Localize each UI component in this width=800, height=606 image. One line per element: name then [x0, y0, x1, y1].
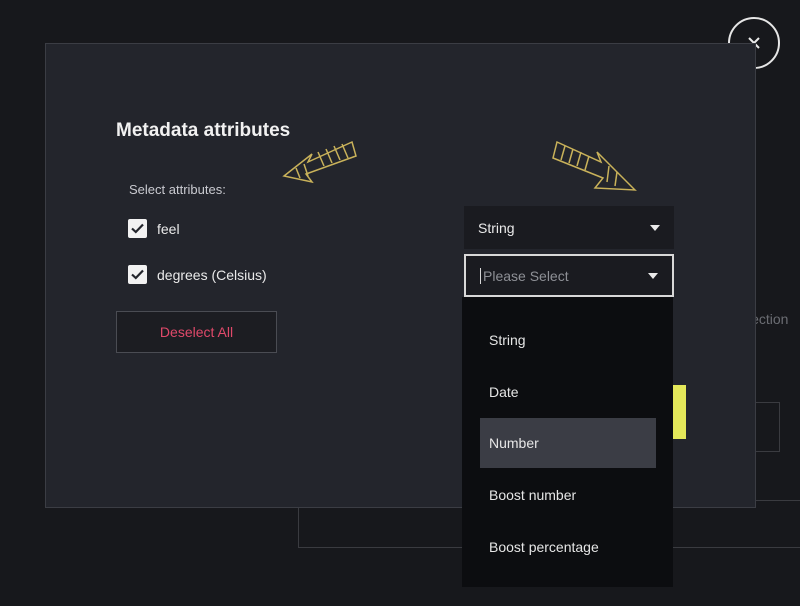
dropdown-option-boost-number[interactable]: Boost number	[480, 470, 656, 520]
type-select-placeholder: Please Select	[480, 267, 648, 284]
type-select-degrees[interactable]: Please Select	[464, 254, 674, 297]
dropdown-scrollbar[interactable]	[673, 385, 686, 439]
attribute-row-feel: feel	[128, 219, 180, 238]
dropdown-option-number[interactable]: Number	[480, 418, 656, 468]
screen: lection Metadata attributes Select attri…	[0, 0, 800, 606]
type-select-value: String	[478, 219, 515, 236]
type-select-feel[interactable]: String	[464, 206, 674, 249]
deselect-all-button[interactable]: Deselect All	[116, 311, 277, 353]
annotation-arrow-icon	[552, 140, 637, 191]
caret-down-icon	[650, 224, 660, 231]
type-dropdown-menu: String Date Number Boost number Boost pe…	[462, 297, 686, 587]
dialog-title: Metadata attributes	[116, 120, 291, 141]
attribute-checkbox-degrees[interactable]	[128, 265, 147, 284]
dropdown-option-string[interactable]: String	[480, 315, 656, 365]
caret-down-icon	[648, 272, 658, 279]
attribute-label: degrees (Celsius)	[157, 266, 267, 283]
dropdown-option-boost-percentage[interactable]: Boost percentage	[480, 522, 656, 572]
dropdown-option-date[interactable]: Date	[480, 367, 656, 417]
attribute-checkbox-feel[interactable]	[128, 219, 147, 238]
select-attributes-label: Select attributes:	[129, 182, 226, 197]
attribute-label: feel	[157, 220, 180, 237]
annotation-arrow-icon	[282, 140, 357, 184]
checkmark-icon	[131, 269, 144, 280]
attribute-row-degrees: degrees (Celsius)	[128, 265, 267, 284]
checkmark-icon	[131, 223, 144, 234]
